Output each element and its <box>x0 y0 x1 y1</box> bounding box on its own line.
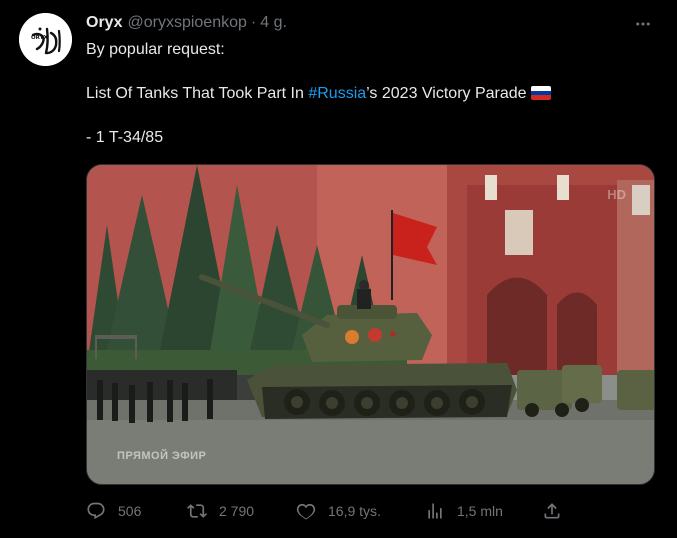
reply-count: 506 <box>118 503 142 519</box>
views-count: 1,5 mln <box>457 503 503 519</box>
tweet-line-2: List Of Tanks That Took Part In #Russia’… <box>86 84 646 104</box>
hd-watermark: HD <box>607 187 626 202</box>
oryx-logo: ORYX <box>19 13 72 66</box>
action-bar: 506 2 790 16,9 tys. 1,5 mln <box>86 499 566 523</box>
parade-tank-image <box>87 165 654 484</box>
live-watermark: ПРЯМОЙ ЭФИР <box>117 450 207 462</box>
share-icon <box>544 503 560 519</box>
like-count: 16,9 tys. <box>328 503 381 519</box>
tweet-text: By popular request: List Of Tanks That T… <box>86 40 646 148</box>
views-button[interactable]: 1,5 mln <box>425 499 503 523</box>
flag-stripe-red <box>530 95 551 100</box>
reply-button[interactable]: 506 <box>86 499 141 523</box>
views-icon <box>428 503 442 519</box>
share-button[interactable] <box>542 499 562 523</box>
more-icon <box>636 22 650 26</box>
tweet: ORYX Oryx @oryxspioenkop · 4 g. By popul… <box>0 0 677 538</box>
retweet-icon <box>187 504 207 518</box>
tweet-header: Oryx @oryxspioenkop · 4 g. <box>86 14 287 34</box>
like-button[interactable]: 16,9 tys. <box>296 499 381 523</box>
tweet-line-1: By popular request: <box>86 41 225 58</box>
author-name[interactable]: Oryx <box>86 14 122 32</box>
timestamp[interactable]: 4 g. <box>260 14 287 32</box>
reply-icon <box>87 502 105 520</box>
retweet-button[interactable]: 2 790 <box>187 499 254 523</box>
like-icon <box>296 503 316 520</box>
retweet-count: 2 790 <box>219 503 255 519</box>
avatar[interactable]: ORYX <box>19 13 72 66</box>
tweet-line-3: - 1 T-34/85 <box>86 129 164 146</box>
tweet-media[interactable]: HD ПРЯМОЙ ЭФИР <box>86 164 655 485</box>
tweet-line-2-prefix: List Of Tanks That Took Part In <box>86 85 309 102</box>
russia-flag-icon <box>530 86 551 100</box>
more-button[interactable] <box>631 12 655 36</box>
author-handle[interactable]: @oryxspioenkop <box>127 14 246 32</box>
avatar-text: ORYX <box>31 35 49 41</box>
separator-dot: · <box>250 14 257 31</box>
tweet-line-2-suffix: ’s 2023 Victory Parade <box>366 85 527 102</box>
hashtag-link[interactable]: #Russia <box>308 85 366 102</box>
